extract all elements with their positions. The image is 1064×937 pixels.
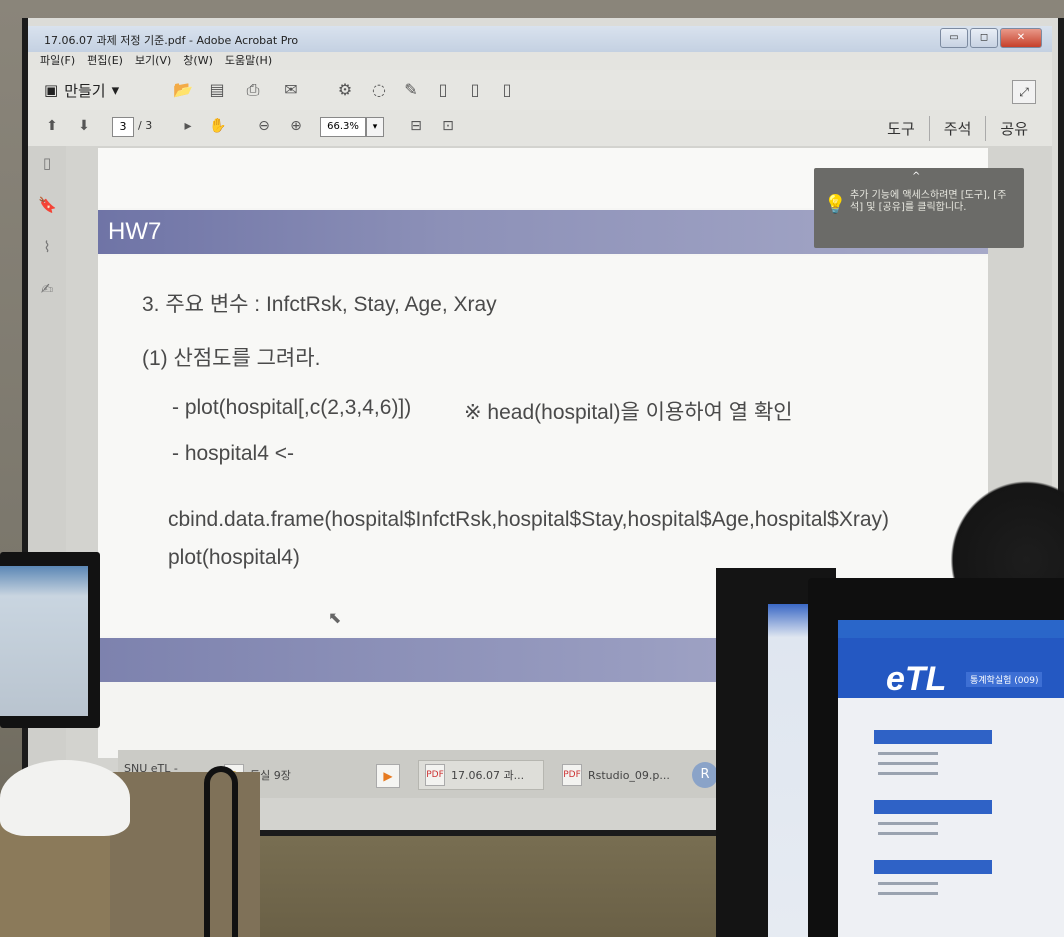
etl-menu-header[interactable] [874,730,992,744]
media-player-icon[interactable]: ▶ [376,764,400,788]
hand-tool-icon[interactable]: ✋ [208,118,228,138]
menu-help[interactable]: 도움말(H) [225,52,272,70]
doc-line-variables: 3. 주요 변수 : InfctRsk, Stay, Age, Xray [142,293,497,316]
taskbar-item-pdf[interactable]: PDF 17.06.07 과... [418,760,544,790]
navigation-toolbar: ⬆ ⬇ 3 / 3 ▸ ✋ ⊖ ⊕ 66.3% ▾ ⊟ ⊡ 도구 주석 공유 [28,110,1052,147]
etl-browser-screen: eTL 통계학실험 (009) [838,620,1064,937]
slide-title: HW7 [108,218,162,245]
close-button[interactable]: ✕ [1000,28,1042,48]
doc-line-cbind: cbind.data.frame(hospital$InfctRsk,hospi… [168,508,890,531]
fit-width-icon[interactable]: ⊟ [406,118,426,138]
signature-icon[interactable]: ✍ [38,280,56,298]
doc-line-note: ※ head(hospital)을 이용하여 열 확인 [464,401,793,424]
pdf-combine-icon[interactable]: ▯ [496,80,518,100]
menubar: 파일(F) 편집(E) 보기(V) 창(W) 도움말(H) [28,52,1052,70]
tab-share[interactable]: 공유 [985,116,1042,141]
doc-line-assign: - hospital4 <- [172,442,294,465]
white-cap [0,760,130,836]
collapse-caret-icon[interactable]: ^ [912,171,920,182]
email-icon[interactable]: ✉ [280,80,302,100]
page-thumbnails-icon[interactable]: ▯ [38,154,56,172]
open-folder-icon[interactable]: 📂 [172,80,194,100]
page-down-icon[interactable]: ⬇ [74,118,94,138]
zoom-out-icon[interactable]: ⊖ [254,118,274,138]
main-toolbar: ▣ 만들기 ▾ 📂 ▤ ⎙ ✉ ⚙ ◌ ✎ ▯ ▯ ▯ ⤢ [28,70,1052,111]
create-icon: ▣ [44,81,59,99]
tab-comment[interactable]: 주석 [928,116,986,141]
chevron-down-icon: ▾ [111,81,120,99]
menu-file[interactable]: 파일(F) [40,52,75,70]
menu-edit[interactable]: 편집(E) [87,52,123,70]
umbrella [204,766,238,937]
taskbar-item-rstudio-pdf[interactable]: PDF Rstudio_09.p... [556,760,682,790]
r-app-icon[interactable]: R [692,762,718,788]
menu-window[interactable]: 창(W) [183,52,213,70]
doc-line-plot-hospital4: plot(hospital4) [168,546,300,569]
window-title: 17.06.07 과제 저정 기준.pdf - Adobe Acrobat Pr… [44,34,299,47]
front-monitor: eTL 통계학실험 (009) [808,578,1064,937]
doc-line-task: (1) 산점도를 그려라. [142,347,321,370]
pdf-export-icon[interactable]: ▯ [464,80,486,100]
pdf-icon: PDF [425,764,445,786]
page-number-input[interactable]: 3 [112,117,134,137]
select-tool-icon[interactable]: ▸ [178,118,198,138]
create-button[interactable]: ▣ 만들기 ▾ [44,78,119,102]
stamp-icon[interactable]: ✎ [400,80,422,100]
doc-line-plot-code: - plot(hospital[,c(2,3,4,6)]) [172,396,412,419]
maximize-button[interactable]: ◻ [970,28,998,48]
etl-menu-header[interactable] [874,860,992,874]
create-label: 만들기 [64,81,106,100]
left-monitor [0,552,100,728]
tooltip-text: 추가 기능에 액세스하려면 [도구], [주석] 및 [공유]를 클릭합니다. [850,190,1007,213]
lightbulb-icon: 💡 [824,194,847,215]
bookmark-icon[interactable]: 🔖 [38,196,57,214]
etl-menu-header[interactable] [874,800,992,814]
tooltip: ^ 💡 추가 기능에 액세스하려면 [도구], [주석] 및 [공유]를 클릭합… [814,168,1024,248]
taskbar-item-label: Rstudio_09.p... [588,768,670,782]
save-icon[interactable]: ▤ [206,80,228,100]
browser-bar [838,620,1064,638]
menu-view[interactable]: 보기(V) [135,52,171,70]
window-titlebar: 17.06.07 과제 저정 기준.pdf - Adobe Acrobat Pr… [28,26,1052,52]
etl-logo: eTL [886,660,947,698]
minimize-button[interactable]: ▭ [940,28,968,48]
page-total: / 3 [138,119,153,132]
mouse-cursor-icon: ⬉ [328,608,342,627]
expand-icon[interactable]: ⤢ [1012,80,1036,104]
comment-icon[interactable]: ◌ [368,80,390,100]
print-icon[interactable]: ⎙ [242,80,264,100]
pdf-icon: PDF [562,764,582,786]
fit-page-icon[interactable]: ⊡ [438,118,458,138]
page-up-icon[interactable]: ⬆ [42,118,62,138]
attachment-icon[interactable]: ⌇ [38,238,56,256]
etl-course-badge: 통계학실험 (009) [966,672,1043,687]
zoom-dropdown-icon[interactable]: ▾ [366,117,384,137]
pdf-icon[interactable]: ▯ [432,80,454,100]
tab-tools[interactable]: 도구 [873,116,929,141]
zoom-in-icon[interactable]: ⊕ [286,118,306,138]
zoom-input[interactable]: 66.3% [320,117,366,137]
settings-icon[interactable]: ⚙ [334,80,356,100]
taskbar-item-label: 17.06.07 과... [451,769,525,782]
